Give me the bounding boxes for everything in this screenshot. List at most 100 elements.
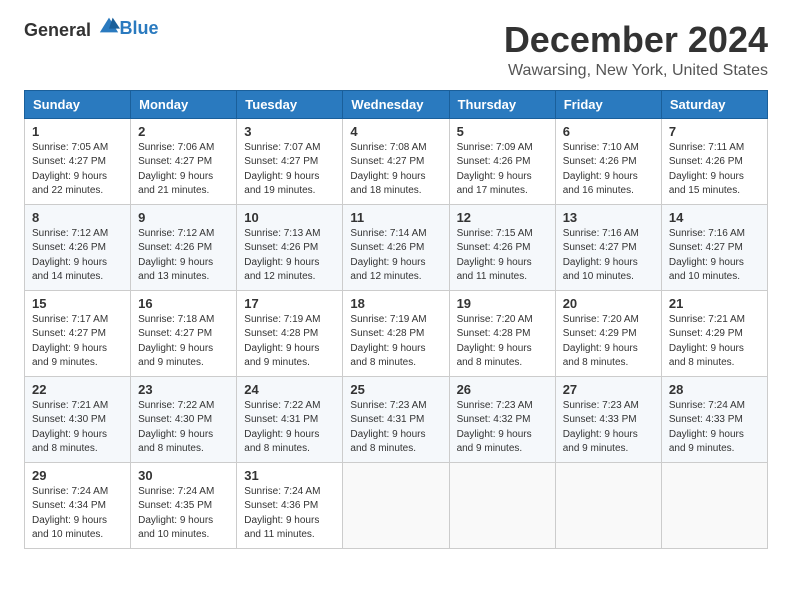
calendar-cell: 18 Sunrise: 7:19 AMSunset: 4:28 PMDayligh… — [343, 290, 449, 376]
calendar-cell: 5Sunrise: 7:09 AMSunset: 4:26 PMDaylight… — [449, 118, 555, 204]
day-number: 11 — [350, 210, 441, 225]
weekday-header-sunday: Sunday — [25, 90, 131, 118]
calendar-cell: 8Sunrise: 7:12 AMSunset: 4:26 PMDaylight… — [25, 204, 131, 290]
calendar-cell: 25 Sunrise: 7:23 AMSunset: 4:31 PMDayligh… — [343, 376, 449, 462]
calendar-cell: 17 Sunrise: 7:19 AMSunset: 4:28 PMDayligh… — [237, 290, 343, 376]
calendar-cell: 9 Sunrise: 7:12 AMSunset: 4:26 PMDaylight… — [131, 204, 237, 290]
day-number: 21 — [669, 296, 760, 311]
day-info: Sunrise: 7:08 AMSunset: 4:27 PMDaylight:… — [350, 141, 441, 199]
day-number: 31 — [244, 468, 335, 483]
day-number: 30 — [138, 468, 229, 483]
calendar-cell: 22 Sunrise: 7:21 AMSunset: 4:30 PMDayligh… — [25, 376, 131, 462]
weekday-header-friday: Friday — [555, 90, 661, 118]
calendar-cell: 27 Sunrise: 7:23 AMSunset: 4:33 PMDayligh… — [555, 376, 661, 462]
page-header: General Blue December 2024 Wawarsing, Ne… — [24, 20, 768, 80]
day-number: 27 — [563, 382, 654, 397]
day-info: Sunrise: 7:20 AMSunset: 4:28 PMDaylight:… — [457, 313, 548, 371]
calendar-cell: 15Sunrise: 7:17 AMSunset: 4:27 PMDayligh… — [25, 290, 131, 376]
day-info: Sunrise: 7:22 AMSunset: 4:30 PMDaylight:… — [138, 399, 229, 457]
day-info: Sunrise: 7:10 AMSunset: 4:26 PMDaylight:… — [563, 141, 654, 199]
day-info: Sunrise: 7:12 AMSunset: 4:26 PMDaylight:… — [138, 227, 229, 285]
calendar-cell — [555, 462, 661, 548]
day-number: 6 — [563, 124, 654, 139]
logo: General Blue — [24, 20, 159, 41]
calendar-week-row: 1 Sunrise: 7:05 AMSunset: 4:27 PMDaylight… — [25, 118, 768, 204]
day-number: 24 — [244, 382, 335, 397]
weekday-header-saturday: Saturday — [661, 90, 767, 118]
calendar-week-row: 22 Sunrise: 7:21 AMSunset: 4:30 PMDayligh… — [25, 376, 768, 462]
day-info: Sunrise: 7:24 AMSunset: 4:36 PMDaylight:… — [244, 485, 335, 543]
day-number: 26 — [457, 382, 548, 397]
day-number: 23 — [138, 382, 229, 397]
day-number: 7 — [669, 124, 760, 139]
month-title: December 2024 — [504, 20, 768, 60]
day-number: 19 — [457, 296, 548, 311]
day-info: Sunrise: 7:06 AMSunset: 4:27 PMDaylight:… — [138, 141, 229, 199]
day-info: Sunrise: 7:15 AMSunset: 4:26 PMDaylight:… — [457, 227, 548, 285]
day-info: Sunrise: 7:18 AMSunset: 4:27 PMDaylight:… — [138, 313, 229, 371]
day-info: Sunrise: 7:14 AMSunset: 4:26 PMDaylight:… — [350, 227, 441, 285]
calendar-week-row: 15Sunrise: 7:17 AMSunset: 4:27 PMDayligh… — [25, 290, 768, 376]
day-number: 20 — [563, 296, 654, 311]
day-info: Sunrise: 7:05 AMSunset: 4:27 PMDaylight:… — [32, 141, 123, 199]
day-info: Sunrise: 7:23 AMSunset: 4:31 PMDaylight:… — [350, 399, 441, 457]
day-number: 28 — [669, 382, 760, 397]
calendar-cell: 24 Sunrise: 7:22 AMSunset: 4:31 PMDayligh… — [237, 376, 343, 462]
calendar-cell: 6 Sunrise: 7:10 AMSunset: 4:26 PMDaylight… — [555, 118, 661, 204]
calendar-cell: 19 Sunrise: 7:20 AMSunset: 4:28 PMDayligh… — [449, 290, 555, 376]
day-number: 18 — [350, 296, 441, 311]
calendar-cell: 20 Sunrise: 7:20 AMSunset: 4:29 PMDayligh… — [555, 290, 661, 376]
calendar-cell: 14Sunrise: 7:16 AMSunset: 4:27 PMDayligh… — [661, 204, 767, 290]
day-info: Sunrise: 7:22 AMSunset: 4:31 PMDaylight:… — [244, 399, 335, 457]
day-number: 9 — [138, 210, 229, 225]
day-info: Sunrise: 7:16 AMSunset: 4:27 PMDaylight:… — [563, 227, 654, 285]
calendar-cell — [661, 462, 767, 548]
day-info: Sunrise: 7:24 AMSunset: 4:33 PMDaylight:… — [669, 399, 760, 457]
day-info: Sunrise: 7:19 AMSunset: 4:28 PMDaylight:… — [350, 313, 441, 371]
day-number: 10 — [244, 210, 335, 225]
calendar-cell: 26 Sunrise: 7:23 AMSunset: 4:32 PMDayligh… — [449, 376, 555, 462]
day-info: Sunrise: 7:09 AMSunset: 4:26 PMDaylight:… — [457, 141, 548, 199]
calendar-cell: 29Sunrise: 7:24 AMSunset: 4:34 PMDayligh… — [25, 462, 131, 548]
calendar-cell — [449, 462, 555, 548]
day-number: 1 — [32, 124, 123, 139]
day-info: Sunrise: 7:21 AMSunset: 4:29 PMDaylight:… — [669, 313, 760, 371]
title-block: December 2024 Wawarsing, New York, Unite… — [504, 20, 768, 80]
calendar-cell: 3 Sunrise: 7:07 AMSunset: 4:27 PMDaylight… — [237, 118, 343, 204]
weekday-header-thursday: Thursday — [449, 90, 555, 118]
calendar-cell: 7 Sunrise: 7:11 AMSunset: 4:26 PMDaylight… — [661, 118, 767, 204]
day-number: 13 — [563, 210, 654, 225]
day-info: Sunrise: 7:23 AMSunset: 4:33 PMDaylight:… — [563, 399, 654, 457]
calendar-cell: 10Sunrise: 7:13 AMSunset: 4:26 PMDayligh… — [237, 204, 343, 290]
weekday-header-wednesday: Wednesday — [343, 90, 449, 118]
weekday-header-monday: Monday — [131, 90, 237, 118]
calendar-cell: 21 Sunrise: 7:21 AMSunset: 4:29 PMDayligh… — [661, 290, 767, 376]
calendar-cell: 12Sunrise: 7:15 AMSunset: 4:26 PMDayligh… — [449, 204, 555, 290]
day-info: Sunrise: 7:24 AMSunset: 4:35 PMDaylight:… — [138, 485, 229, 543]
calendar-cell: 1 Sunrise: 7:05 AMSunset: 4:27 PMDaylight… — [25, 118, 131, 204]
day-number: 25 — [350, 382, 441, 397]
day-info: Sunrise: 7:11 AMSunset: 4:26 PMDaylight:… — [669, 141, 760, 199]
calendar-week-row: 8 Sunrise: 7:12 AMSunset: 4:26 PMDaylight… — [25, 204, 768, 290]
day-info: Sunrise: 7:20 AMSunset: 4:29 PMDaylight:… — [563, 313, 654, 371]
logo-icon — [98, 14, 120, 36]
day-info: Sunrise: 7:21 AMSunset: 4:30 PMDaylight:… — [32, 399, 123, 457]
day-number: 2 — [138, 124, 229, 139]
day-info: Sunrise: 7:17 AMSunset: 4:27 PMDaylight:… — [32, 313, 123, 371]
calendar-cell: 13 Sunrise: 7:16 AMSunset: 4:27 PMDayligh… — [555, 204, 661, 290]
day-number: 16 — [138, 296, 229, 311]
day-number: 4 — [350, 124, 441, 139]
calendar-cell: 23 Sunrise: 7:22 AMSunset: 4:30 PMDayligh… — [131, 376, 237, 462]
location-title: Wawarsing, New York, United States — [504, 62, 768, 80]
day-number: 8 — [32, 210, 123, 225]
day-number: 17 — [244, 296, 335, 311]
calendar-table: SundayMondayTuesdayWednesdayThursdayFrid… — [24, 90, 768, 549]
logo-general-text: General — [24, 20, 91, 40]
day-info: Sunrise: 7:19 AMSunset: 4:28 PMDaylight:… — [244, 313, 335, 371]
calendar-cell: 28 Sunrise: 7:24 AMSunset: 4:33 PMDayligh… — [661, 376, 767, 462]
calendar-cell: 31 Sunrise: 7:24 AMSunset: 4:36 PMDayligh… — [237, 462, 343, 548]
day-number: 22 — [32, 382, 123, 397]
day-number: 3 — [244, 124, 335, 139]
day-info: Sunrise: 7:23 AMSunset: 4:32 PMDaylight:… — [457, 399, 548, 457]
day-info: Sunrise: 7:07 AMSunset: 4:27 PMDaylight:… — [244, 141, 335, 199]
